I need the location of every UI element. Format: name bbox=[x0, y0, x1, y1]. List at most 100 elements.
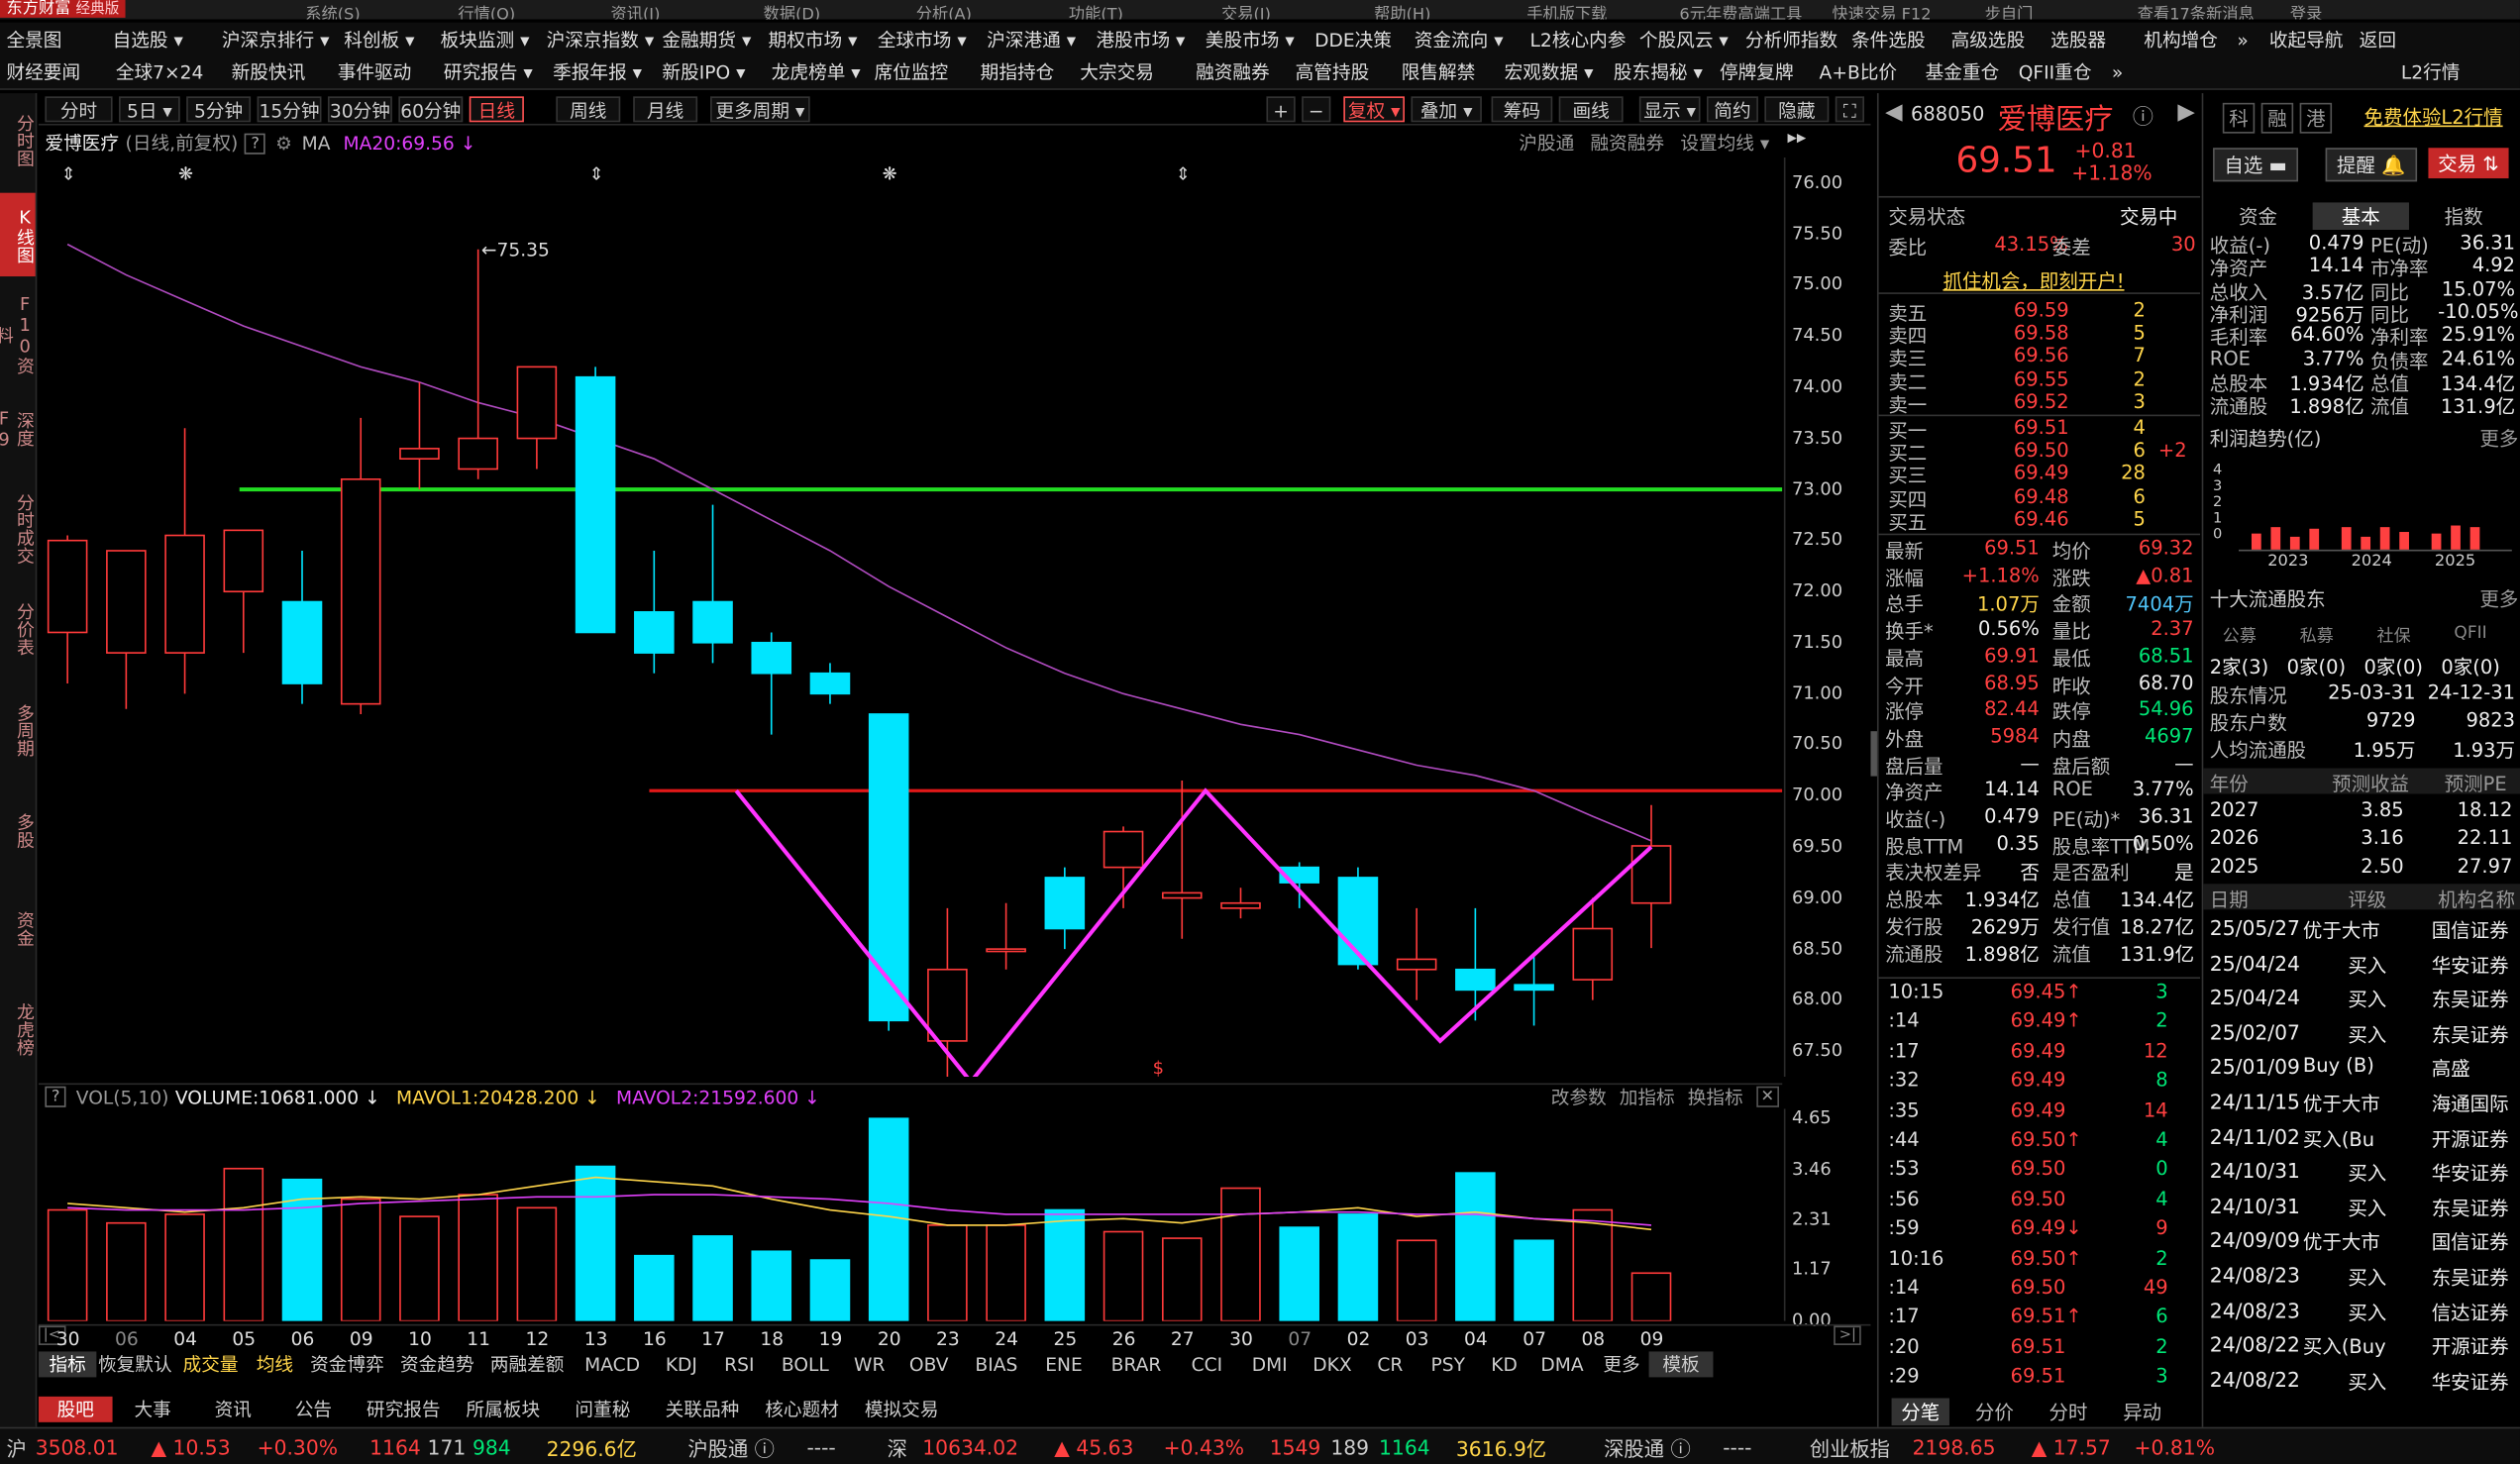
leftbar-tab[interactable]: F10资料 bbox=[0, 292, 36, 375]
volume-bar[interactable] bbox=[1630, 1272, 1672, 1321]
volume-bar[interactable] bbox=[164, 1213, 205, 1321]
candle[interactable] bbox=[516, 366, 558, 470]
nav-item[interactable]: 返回 bbox=[2360, 28, 2396, 53]
candle[interactable] bbox=[1279, 862, 1319, 908]
top-menu-item[interactable]: 资讯(I) bbox=[611, 0, 661, 19]
candle[interactable] bbox=[751, 632, 792, 735]
nav-item[interactable]: 财经要闻 bbox=[6, 59, 80, 85]
nav-item[interactable]: » bbox=[2112, 61, 2123, 84]
volume-chart[interactable] bbox=[39, 1108, 1782, 1321]
l2-promo-link[interactable]: 免费体验L2行情 bbox=[2364, 103, 2503, 131]
bottom-tab[interactable]: 问董秘 bbox=[553, 1397, 653, 1422]
bottom-tab[interactable]: 公告 bbox=[273, 1397, 354, 1422]
tick-tab[interactable]: 分笔 bbox=[1891, 1398, 1949, 1426]
volume-bar[interactable] bbox=[634, 1254, 675, 1321]
period-button[interactable]: 周线 bbox=[556, 96, 621, 123]
bottom-tab[interactable]: 资讯 bbox=[193, 1397, 273, 1422]
volume-bar[interactable] bbox=[399, 1215, 440, 1321]
period-button[interactable]: 30分钟 bbox=[327, 96, 392, 123]
leftbar-tab[interactable]: 分时图 bbox=[0, 100, 36, 180]
dividend-marker[interactable]: $ bbox=[1153, 1058, 1164, 1077]
nav-item[interactable]: 全球7×24 bbox=[116, 59, 204, 85]
event-marker[interactable]: ❋ bbox=[883, 164, 897, 185]
bottom-tab[interactable]: 研究报告 bbox=[354, 1397, 454, 1422]
top-menu-item[interactable]: 登录 bbox=[2290, 0, 2322, 19]
indicator-tab[interactable]: BRAR bbox=[1096, 1353, 1176, 1376]
chart-tool-button[interactable]: 叠加 ▾ bbox=[1411, 96, 1482, 123]
top-menu-item[interactable]: 步自门 bbox=[1985, 0, 2034, 19]
volume-bar[interactable] bbox=[1161, 1237, 1203, 1321]
candle[interactable] bbox=[809, 663, 851, 704]
nav-item[interactable]: 收起导航 bbox=[2269, 28, 2344, 53]
volume-bar[interactable] bbox=[1396, 1239, 1437, 1321]
period-button[interactable]: 5分钟 bbox=[186, 96, 252, 123]
bottom-tab[interactable]: 所属板块 bbox=[454, 1397, 554, 1422]
top-menu-item[interactable]: 数据(D) bbox=[764, 0, 821, 19]
candle[interactable] bbox=[986, 902, 1026, 970]
event-marker[interactable]: ⇕ bbox=[61, 164, 76, 185]
nav-item[interactable]: 季报年报 ▾ bbox=[553, 59, 642, 85]
chart-tool-button[interactable]: 简约 bbox=[1706, 96, 1758, 123]
prev-stock-icon[interactable]: ◀ bbox=[1885, 100, 1902, 126]
event-marker[interactable]: ⇕ bbox=[1176, 164, 1191, 185]
indicator-tab[interactable]: 成交量 bbox=[173, 1351, 248, 1377]
volume-bar[interactable] bbox=[986, 1224, 1026, 1321]
chart-tool-button[interactable]: ⛶ bbox=[1835, 96, 1864, 123]
more-link[interactable]: 更多 bbox=[2479, 424, 2518, 452]
info-icon[interactable]: ⓘ bbox=[2133, 100, 2153, 130]
nav-item[interactable]: 板块监测 ▾ bbox=[441, 28, 530, 53]
indicator-tab[interactable]: BOLL bbox=[769, 1353, 843, 1376]
bottom-tab[interactable]: 股吧 bbox=[38, 1396, 113, 1422]
funda-tab[interactable]: 基本 bbox=[2312, 202, 2409, 231]
link-set-ma[interactable]: 设置均线 ▾ bbox=[1680, 130, 1769, 156]
nav-item[interactable]: 研究报告 ▾ bbox=[444, 59, 533, 85]
event-marker[interactable]: ❋ bbox=[178, 164, 193, 185]
help-icon[interactable]: ? bbox=[244, 132, 266, 154]
link-margin[interactable]: 融资融券 bbox=[1590, 130, 1664, 156]
funda-tab[interactable]: 指数 bbox=[2415, 202, 2511, 230]
nav-item[interactable]: 新股IPO ▾ bbox=[662, 59, 745, 85]
indicator-tab[interactable]: RSI bbox=[710, 1353, 768, 1376]
indicator-tab[interactable]: BIAS bbox=[961, 1353, 1031, 1376]
nav-item[interactable]: 基金重仓 bbox=[1926, 59, 2000, 85]
volume-bar[interactable] bbox=[1514, 1239, 1554, 1321]
nav-item[interactable]: 港股市场 ▾ bbox=[1096, 28, 1185, 53]
indicator-tab[interactable]: DKX bbox=[1302, 1353, 1363, 1376]
top-menu-item[interactable]: 6元年费高端工具 bbox=[1679, 0, 1802, 19]
leftbar-tab[interactable]: 分时成交 bbox=[0, 485, 36, 573]
candle[interactable] bbox=[1044, 867, 1086, 950]
bottom-tab[interactable]: 核心题材 bbox=[752, 1397, 852, 1422]
candle[interactable] bbox=[1630, 804, 1672, 949]
nav-item[interactable]: 个股风云 ▾ bbox=[1639, 28, 1729, 53]
bottom-tab[interactable]: 模拟交易 bbox=[852, 1397, 952, 1422]
indicator-tab[interactable]: 指标 bbox=[38, 1351, 97, 1378]
indicator-tab[interactable]: 均线 bbox=[248, 1351, 302, 1377]
candle[interactable] bbox=[1455, 907, 1496, 1021]
nav-item[interactable]: 限售解禁 bbox=[1402, 59, 1476, 85]
nav-item[interactable]: 美股市场 ▾ bbox=[1206, 28, 1295, 53]
candle[interactable] bbox=[399, 381, 440, 490]
indicator-tab[interactable]: 模板 bbox=[1648, 1351, 1714, 1378]
indicator-tab[interactable]: KDJ bbox=[653, 1353, 710, 1376]
period-button[interactable]: 更多周期 ▾ bbox=[710, 96, 810, 123]
top-menu-item[interactable]: 分析(A) bbox=[916, 0, 972, 19]
volume-bar[interactable] bbox=[223, 1167, 264, 1321]
help-icon[interactable]: ? bbox=[45, 1086, 67, 1107]
period-button[interactable]: 15分钟 bbox=[257, 96, 322, 123]
tick-tab[interactable]: 异动 bbox=[2113, 1398, 2170, 1425]
volume-bar[interactable] bbox=[927, 1224, 968, 1321]
chart-tool-button[interactable]: + bbox=[1266, 96, 1296, 123]
add-indicator-link[interactable]: 加指标 bbox=[1620, 1084, 1675, 1109]
nav-item[interactable]: 新股快讯 bbox=[232, 59, 306, 85]
indicator-tab[interactable]: ENE bbox=[1032, 1353, 1097, 1376]
volume-bar[interactable] bbox=[1572, 1208, 1614, 1321]
trade-button[interactable]: 交易 ⇅ bbox=[2428, 148, 2509, 179]
volume-bar[interactable] bbox=[1102, 1230, 1144, 1321]
funda-tab[interactable]: 资金 bbox=[2210, 202, 2306, 230]
nav-item[interactable]: 沪深京排行 ▾ bbox=[222, 28, 330, 53]
volume-bar[interactable] bbox=[1279, 1226, 1319, 1321]
market-tag[interactable]: 融 bbox=[2260, 102, 2294, 134]
nav-item[interactable]: » bbox=[2237, 29, 2248, 52]
leftbar-tab[interactable]: K线图 bbox=[0, 192, 36, 277]
nav-item[interactable]: QFII重仓 bbox=[2019, 59, 2092, 85]
